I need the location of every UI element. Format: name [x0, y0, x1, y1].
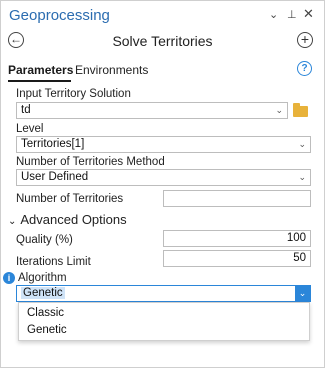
chevron-down-icon[interactable]: ⌄: [295, 286, 310, 301]
info-icon[interactable]: i: [3, 272, 15, 284]
algorithm-select[interactable]: Genetic ⌄: [16, 285, 311, 302]
territories-method-field[interactable]: User Defined ⌄: [16, 169, 311, 186]
number-of-territories-input[interactable]: [163, 190, 311, 207]
advanced-options-label: Advanced Options: [20, 212, 127, 227]
tab-environments[interactable]: Environments: [75, 63, 148, 77]
level-field[interactable]: Territories[1] ⌄: [16, 136, 311, 153]
level-label: Level: [16, 123, 44, 135]
territories-method-label: Number of Territories Method: [16, 156, 165, 168]
chevron-down-icon: ⌄: [298, 172, 306, 182]
chevron-down-icon: ⌄: [8, 216, 17, 227]
algorithm-dropdown-list: Classic Genetic: [18, 302, 310, 341]
advanced-options-header[interactable]: ⌄ Advanced Options: [8, 212, 127, 227]
folder-icon[interactable]: [293, 103, 308, 117]
close-icon[interactable]: ✕: [303, 6, 314, 22]
territories-method-value: User Defined: [21, 171, 89, 183]
iterations-limit-input[interactable]: 50: [163, 250, 311, 267]
iterations-limit-label: Iterations Limit: [16, 256, 91, 268]
options-chevron-icon[interactable]: ⌄: [269, 8, 278, 21]
add-icon[interactable]: +: [297, 32, 313, 48]
help-icon[interactable]: ?: [297, 61, 312, 76]
number-of-territories-label: Number of Territories: [16, 193, 124, 205]
dropdown-option-genetic[interactable]: Genetic: [27, 324, 67, 336]
pin-icon[interactable]: ⊥: [287, 8, 297, 21]
active-tab-indicator: [8, 80, 71, 82]
input-territory-solution-value: td: [21, 104, 31, 116]
input-territory-solution-label: Input Territory Solution: [16, 88, 131, 100]
quality-label: Quality (%): [16, 234, 73, 246]
tab-parameters[interactable]: Parameters: [8, 63, 73, 77]
chevron-down-icon: ⌄: [275, 105, 283, 115]
quality-input[interactable]: 100: [163, 230, 311, 247]
tool-title: Solve Territories: [112, 33, 213, 49]
level-value: Territories[1]: [21, 138, 85, 150]
chevron-down-icon: ⌄: [298, 139, 306, 149]
pane-title: Geoprocessing: [9, 7, 110, 24]
dropdown-option-classic[interactable]: Classic: [27, 307, 64, 319]
pane-titlebar: Geoprocessing ⌄ ⊥ ✕: [1, 1, 324, 29]
geoprocessing-pane: Geoprocessing ⌄ ⊥ ✕ ← Solve Territories …: [0, 0, 325, 368]
input-territory-solution-field[interactable]: td ⌄: [16, 102, 288, 119]
algorithm-label: Algorithm: [18, 272, 67, 284]
algorithm-selected-value: Genetic: [21, 287, 65, 299]
